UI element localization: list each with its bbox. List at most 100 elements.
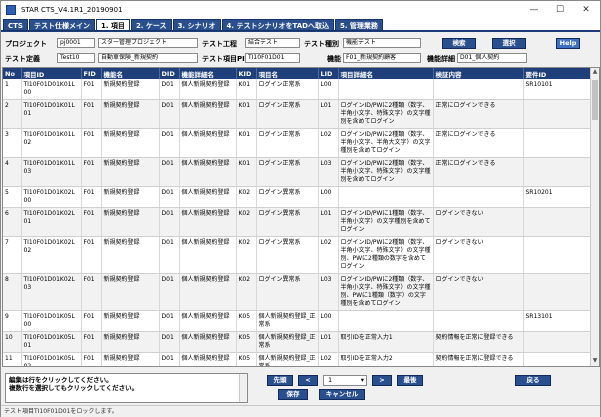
help-button[interactable]: Help: [556, 38, 580, 49]
table-cell: [338, 186, 434, 208]
test-item-pid-label: テスト項目PID: [202, 55, 251, 63]
column-header[interactable]: LID: [318, 68, 339, 79]
page-select[interactable]: 1 ▾: [323, 375, 367, 386]
table-cell: K05: [236, 352, 257, 366]
table-cell: F01: [81, 207, 102, 237]
table-row[interactable]: 5 TI10F01D01K02L00 F01 新規契約登録 D01 個人新規契約登録 K02…: [3, 186, 592, 208]
notes-line-2: 複数行を選択してもクリックしてください。: [9, 384, 139, 392]
scroll-down-icon[interactable]: ▼: [591, 357, 599, 366]
column-header[interactable]: KID: [236, 68, 257, 79]
table-row[interactable]: 8 TI10F01D01K02L03 F01 新規契約登録 D01 個人新規契約登録 K02…: [3, 273, 592, 311]
prev-page-button[interactable]: <: [298, 375, 318, 386]
table-body: 1 TI10F01D01K01L00 F01 新規契約登録 D01 個人新規契約登録 K01…: [3, 79, 592, 366]
column-header[interactable]: 項目ID: [21, 68, 82, 79]
test-def-id-field[interactable]: Test10: [57, 53, 95, 63]
tab-0[interactable]: CTS: [3, 19, 28, 31]
table-row[interactable]: 1 TI10F01D01K01L00 F01 新規契約登録 D01 個人新規契約登録 K01…: [3, 79, 592, 100]
table-cell: K05: [236, 310, 257, 332]
table-cell: L02: [318, 352, 339, 366]
table-cell: 個人新規契約登録: [179, 157, 237, 187]
table-row[interactable]: 7 TI10F01D01K02L02 F01 新規契約登録 D01 個人新規契約登録 K02…: [3, 236, 592, 274]
save-button[interactable]: 保存: [278, 389, 308, 400]
search-button[interactable]: 検索: [442, 38, 476, 49]
table-cell: 個人新規契約登録_正常系: [256, 310, 319, 332]
table-cell: 新規契約登録: [101, 157, 160, 187]
vertical-scrollbar[interactable]: ▲ ▼: [590, 68, 599, 366]
table-cell: ログインできない: [433, 273, 524, 311]
column-header[interactable]: 項目詳細名: [338, 68, 434, 79]
cancel-button[interactable]: キャンセル: [319, 389, 365, 400]
table-cell: 新規契約登録: [101, 331, 160, 353]
tab-2[interactable]: 1. 項目: [95, 19, 130, 31]
function-detail-field[interactable]: D01_個人契約: [457, 53, 527, 63]
column-header[interactable]: No: [3, 68, 22, 79]
table-row[interactable]: 9 TI10F01D01K05L00 F01 新規契約登録 D01 個人新規契約登録 K05…: [3, 310, 592, 332]
table-cell: K05: [236, 331, 257, 353]
table-cell: TI10F01D01K02L03: [21, 273, 82, 311]
table-row[interactable]: 4 TI10F01D01K01L03 F01 新規契約登録 D01 個人新規契約登録 K01…: [3, 157, 592, 187]
table-cell: 新規契約登録: [101, 236, 160, 274]
table-cell: K02: [236, 186, 257, 208]
tab-5[interactable]: 4. テストシナリオをTADへ取込: [221, 19, 334, 31]
table-cell: 6: [3, 207, 22, 237]
tab-1[interactable]: テスト仕様メイン: [28, 19, 95, 31]
select-button[interactable]: 選択: [492, 38, 526, 49]
minimize-button[interactable]: —: [521, 1, 547, 19]
table-row[interactable]: 2 TI10F01D01K01L01 F01 新規契約登録 D01 個人新規契約登録 K01…: [3, 99, 592, 129]
project-id-field[interactable]: pj0001: [57, 38, 95, 48]
tab-3[interactable]: 2. ケース: [130, 19, 172, 31]
test-item-pid-field[interactable]: TI10F01D01: [245, 53, 300, 63]
function-field[interactable]: F01_新規契約顧客: [343, 53, 421, 63]
table-cell: 新規契約登録: [101, 207, 160, 237]
table-cell: 新規契約登録: [101, 99, 160, 129]
table-cell: TI10F01D01K01L02: [21, 128, 82, 158]
column-header[interactable]: DID: [159, 68, 180, 79]
table-cell: ログイン異常系: [256, 236, 319, 274]
column-header[interactable]: 機能詳細名: [179, 68, 237, 79]
function-detail-label: 機能詳細: [427, 55, 455, 63]
table-cell: D01: [159, 186, 180, 208]
bottom-panel: 編集は行をクリックしてください。 複数行を選択してもクリックしてください。 先頭…: [1, 369, 600, 403]
table-row[interactable]: 6 TI10F01D01K02L01 F01 新規契約登録 D01 個人新規契約登録 K02…: [3, 207, 592, 237]
last-page-button[interactable]: 最後: [397, 375, 423, 386]
column-header[interactable]: 要件ID: [523, 68, 592, 79]
table-row[interactable]: 10 TI10F01D01K05L01 F01 新規契約登録 D01 個人新規契約登録 K0…: [3, 331, 592, 353]
close-button[interactable]: ✕: [573, 1, 599, 19]
table-cell: F01: [81, 236, 102, 274]
table-cell: 個人新規契約登録_正常系: [256, 352, 319, 366]
test-process-field[interactable]: 結合テスト: [245, 38, 300, 48]
table-header-row: No 項目ID FID 機能名 DID 機能詳細名 KID 項目名 LID 項目詳細名 検証内容 要件…: [3, 68, 592, 79]
scroll-thumb[interactable]: [592, 80, 598, 120]
column-header[interactable]: FID: [81, 68, 102, 79]
table-cell: 個人新規契約登録: [179, 186, 237, 208]
table-cell: ログインID/PWに2種類（数字、半角小文字、半角大文字）の文字種別を含めてログ…: [338, 128, 434, 158]
table-cell: L03: [318, 157, 339, 187]
table-cell: SR13101: [523, 310, 592, 332]
tab-6[interactable]: 5. 管理業務: [334, 19, 383, 31]
tab-4[interactable]: 3. シナリオ: [172, 19, 221, 31]
back-button[interactable]: 戻る: [515, 375, 551, 386]
scroll-up-icon[interactable]: ▲: [591, 68, 599, 77]
column-header[interactable]: 機能名: [101, 68, 160, 79]
table-cell: L00: [318, 186, 339, 208]
next-page-button[interactable]: >: [372, 375, 392, 386]
first-page-button[interactable]: 先頭: [267, 375, 293, 386]
table-cell: SR10201: [523, 186, 592, 208]
table-cell: F01: [81, 128, 102, 158]
test-process-label: テスト工程: [202, 40, 237, 48]
table-cell: L00: [318, 79, 339, 100]
maximize-button[interactable]: ☐: [547, 1, 573, 19]
test-item-table: No 項目ID FID 機能名 DID 機能詳細名 KID 項目名 LID 項目詳細名 検証内容 要件…: [3, 68, 592, 366]
column-header[interactable]: 項目名: [256, 68, 319, 79]
test-type-field[interactable]: 機能テスト: [343, 38, 421, 48]
table-cell: [523, 273, 592, 311]
project-name-field[interactable]: スター管理プロジェクト: [98, 38, 198, 48]
table-cell: [433, 79, 524, 100]
notes-scrollbar[interactable]: [239, 374, 247, 402]
test-def-name-field[interactable]: 自動車保険_新規契約: [98, 53, 198, 63]
table-row[interactable]: 3 TI10F01D01K01L02 F01 新規契約登録 D01 個人新規契約登録 K01…: [3, 128, 592, 158]
table-row[interactable]: 11 TI10F01D01K05L02 F01 新規契約登録 D01 個人新規契約登録 K0…: [3, 352, 592, 366]
table-cell: 3: [3, 128, 22, 158]
table-cell: D01: [159, 236, 180, 274]
column-header[interactable]: 検証内容: [433, 68, 524, 79]
